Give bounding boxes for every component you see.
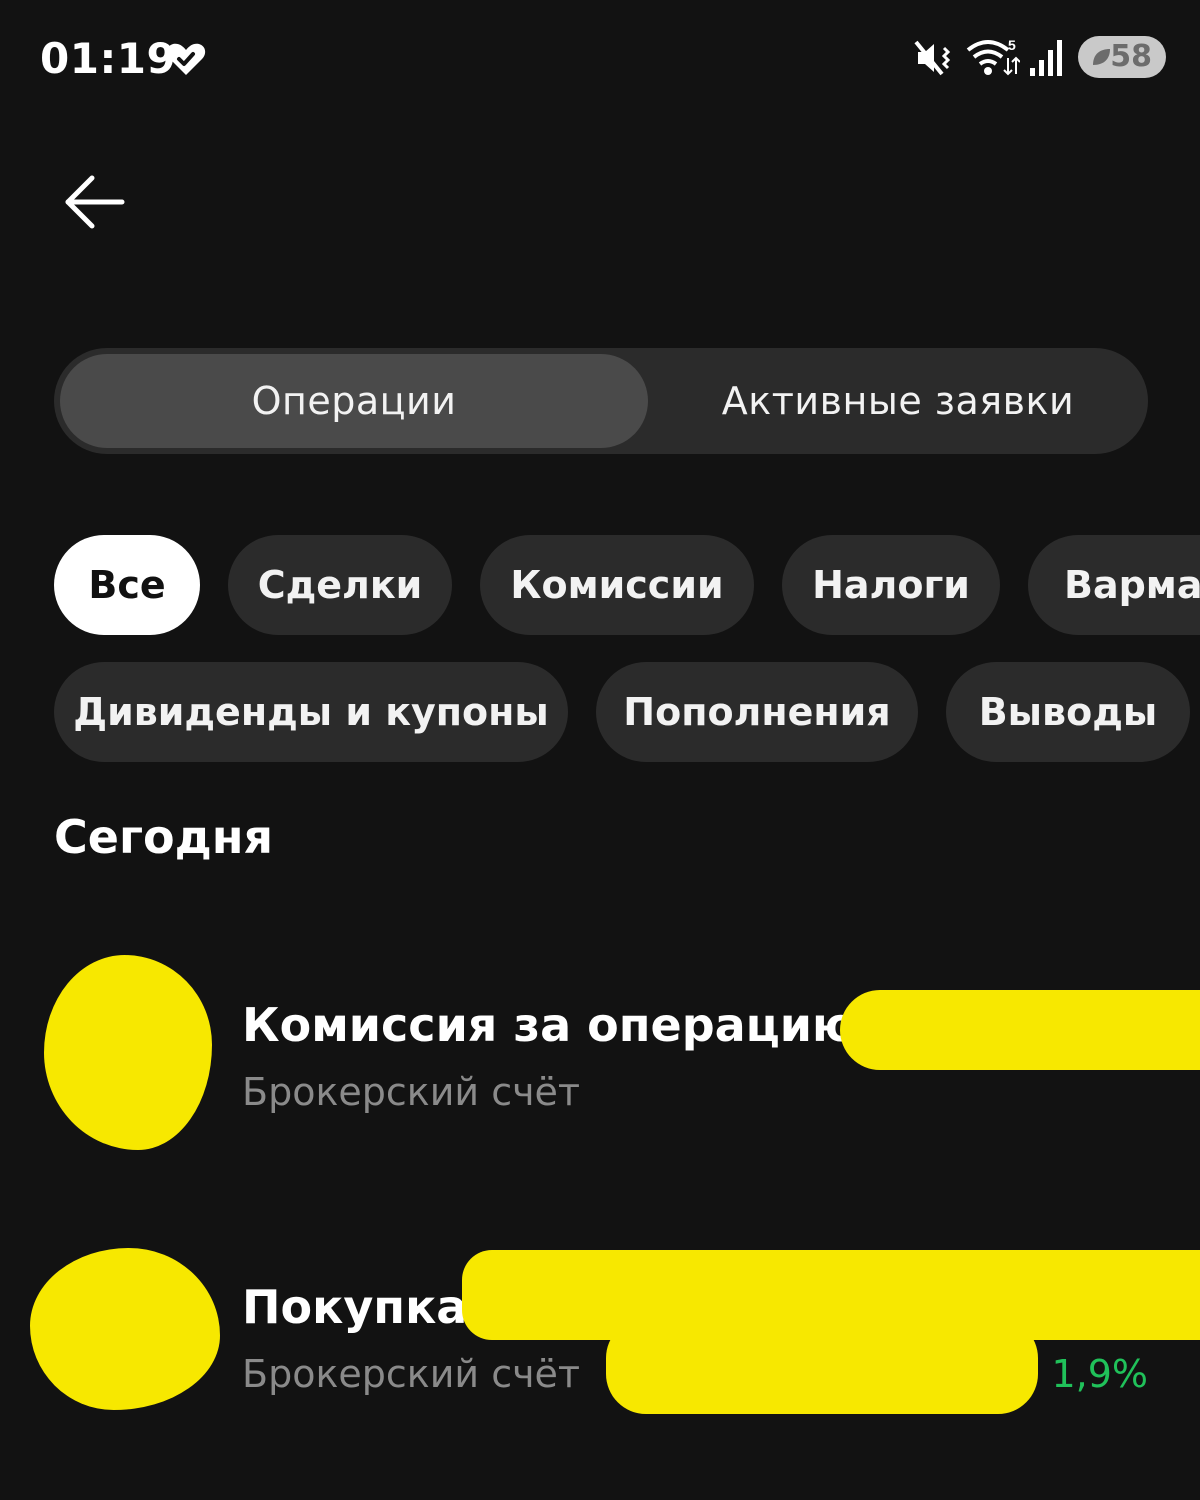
tab-active-orders[interactable]: Активные заявки: [654, 354, 1142, 448]
chip-deposits[interactable]: Пополнения: [596, 662, 918, 762]
battery-level: 58: [1110, 39, 1152, 74]
battery-icon: 58: [1078, 36, 1166, 78]
chip-label: Вармар: [1064, 563, 1200, 607]
chip-label: Пополнения: [623, 690, 891, 734]
section-title-today: Сегодня: [54, 810, 274, 864]
heart-icon: [166, 43, 206, 75]
operation-title: Комиссия за операцию: [242, 998, 857, 1052]
chip-margin[interactable]: Вармар: [1028, 535, 1200, 635]
operation-subtitle: Брокерский счёт: [242, 1070, 581, 1114]
chip-label: Дивиденды и купоны: [73, 690, 549, 734]
redaction-mark: [840, 990, 1200, 1070]
tab-label: Операции: [251, 379, 457, 423]
operation-title: Покупка: [242, 1280, 468, 1334]
svg-text:5: 5: [1008, 37, 1016, 53]
tab-operations[interactable]: Операции: [60, 354, 648, 448]
mute-vibrate-icon: [914, 40, 951, 76]
chip-deals[interactable]: Сделки: [228, 535, 452, 635]
chip-label: Сделки: [257, 563, 423, 607]
redaction-mark: [30, 1248, 220, 1410]
operation-change: 1,9%: [1051, 1352, 1148, 1396]
wifi-icon: 5: [966, 37, 1020, 76]
status-time: 01:19: [40, 34, 177, 83]
chip-label: Комиссии: [510, 563, 724, 607]
tab-label: Активные заявки: [721, 379, 1075, 423]
redaction-mark: [606, 1318, 1038, 1414]
chip-commissions[interactable]: Комиссии: [480, 535, 754, 635]
chip-withdrawals[interactable]: Выводы: [946, 662, 1190, 762]
leaf-icon: [1093, 49, 1110, 65]
chip-label: Все: [88, 563, 166, 607]
chip-label: Налоги: [812, 563, 970, 607]
chip-dividends-coupons[interactable]: Дивиденды и купоны: [54, 662, 568, 762]
signal-icon: [1030, 40, 1062, 76]
status-bar: 01:19 5 58: [0, 0, 1200, 115]
chip-taxes[interactable]: Налоги: [782, 535, 1000, 635]
chip-all[interactable]: Все: [54, 535, 200, 635]
operation-subtitle: Брокерский счёт: [242, 1352, 581, 1396]
back-arrow-icon[interactable]: [52, 160, 136, 244]
segmented-tabs: Операции Активные заявки: [54, 348, 1148, 454]
chip-label: Выводы: [978, 690, 1158, 734]
